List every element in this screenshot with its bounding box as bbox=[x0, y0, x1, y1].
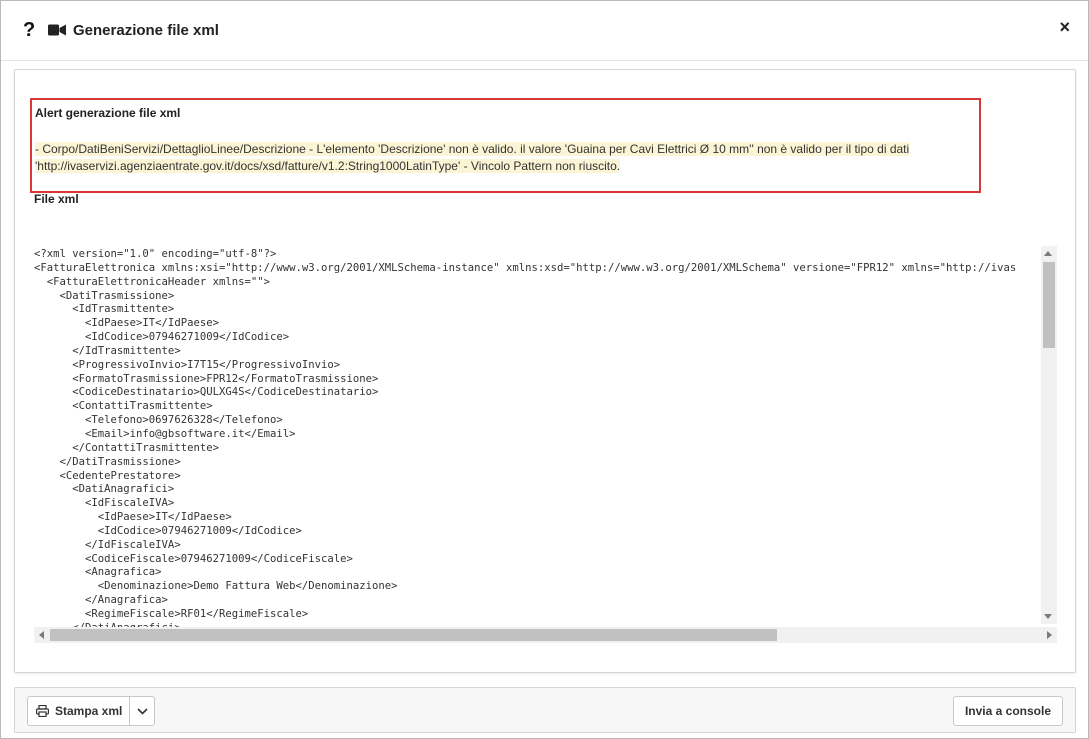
xml-code-line: <CedentePrestatore> bbox=[34, 469, 181, 482]
print-options-dropdown[interactable] bbox=[129, 696, 155, 726]
xml-code: <?xml version="1.0" encoding="utf-8"?> <F… bbox=[34, 248, 1057, 628]
xml-code-viewer[interactable]: <?xml version="1.0" encoding="utf-8"?> <F… bbox=[34, 248, 1057, 628]
xml-code-line: <FatturaElettronica xmlns:xsi="http://ww… bbox=[34, 261, 1017, 274]
xml-code-line: <Email>info@gbsoftware.it</Email> bbox=[34, 427, 296, 440]
xml-code-line: <RegimeFiscale>RF01</RegimeFiscale> bbox=[34, 607, 309, 620]
scroll-down-icon[interactable] bbox=[1044, 614, 1052, 619]
xml-code-line: <IdCodice>07946271009</IdCodice> bbox=[34, 331, 290, 344]
scroll-up-icon[interactable] bbox=[1044, 251, 1052, 256]
xml-code-line: <?xml version="1.0" encoding="utf-8"?> bbox=[34, 248, 277, 260]
printer-icon bbox=[36, 705, 49, 717]
alert-box: Alert generazione file xml - Corpo/DatiB… bbox=[30, 98, 981, 193]
vertical-scroll-thumb[interactable] bbox=[1043, 262, 1055, 348]
send-to-console-button[interactable]: Invia a console bbox=[953, 696, 1063, 726]
dialog-header: ? Generazione file xml × bbox=[1, 1, 1088, 61]
xml-code-line: <ContattiTrasmittente> bbox=[34, 400, 213, 413]
xml-code-line: <Telefono>0697626328</Telefono> bbox=[34, 414, 283, 427]
file-xml-label: File xml bbox=[34, 192, 79, 206]
xml-generation-dialog: ? Generazione file xml × Alert generazio… bbox=[0, 0, 1089, 739]
xml-code-line: <IdPaese>IT</IdPaese> bbox=[34, 511, 232, 524]
alert-message: - Corpo/DatiBeniServizi/DettaglioLinee/D… bbox=[35, 141, 965, 175]
xml-code-line: </ContattiTrasmittente> bbox=[34, 441, 219, 454]
print-xml-button[interactable]: Stampa xml bbox=[27, 696, 130, 726]
horizontal-scrollbar[interactable] bbox=[34, 627, 1057, 643]
alert-message-line1: - Corpo/DatiBeniServizi/DettaglioLinee/D… bbox=[35, 142, 910, 156]
dialog-footer: Stampa xml Invia a console bbox=[14, 687, 1076, 733]
dialog-title: Generazione file xml bbox=[73, 22, 219, 39]
vertical-scrollbar[interactable] bbox=[1041, 246, 1057, 624]
scroll-left-icon[interactable] bbox=[39, 631, 44, 639]
question-mark-icon[interactable]: ? bbox=[23, 19, 35, 41]
alert-title: Alert generazione file xml bbox=[35, 106, 181, 120]
xml-code-line: <Anagrafica> bbox=[34, 566, 162, 579]
xml-code-line: <DatiAnagrafici> bbox=[34, 483, 175, 496]
video-camera-icon bbox=[48, 24, 66, 36]
xml-code-line: <Denominazione>Demo Fattura Web</Denomin… bbox=[34, 580, 398, 593]
xml-code-line: <ProgressivoInvio>I7T15</ProgressivoInvi… bbox=[34, 358, 341, 371]
close-icon[interactable]: × bbox=[1059, 16, 1070, 38]
xml-code-line: <CodiceFiscale>07946271009</CodiceFiscal… bbox=[34, 552, 353, 565]
chevron-down-icon bbox=[136, 707, 148, 715]
xml-code-line: </IdFiscaleIVA> bbox=[34, 538, 181, 551]
xml-code-line: <IdCodice>07946271009</IdCodice> bbox=[34, 524, 302, 537]
xml-code-line: <IdPaese>IT</IdPaese> bbox=[34, 317, 219, 330]
scroll-right-icon[interactable] bbox=[1047, 631, 1052, 639]
xml-code-line: <IdFiscaleIVA> bbox=[34, 497, 175, 510]
xml-code-line: <CodiceDestinatario>QULXG4S</CodiceDesti… bbox=[34, 386, 379, 399]
xml-code-line: </Anagrafica> bbox=[34, 594, 168, 607]
xml-code-line: </IdTrasmittente> bbox=[34, 344, 181, 357]
xml-code-line: <FormatoTrasmissione>FPR12</FormatoTrasm… bbox=[34, 372, 379, 385]
horizontal-scroll-thumb[interactable] bbox=[50, 629, 777, 641]
content-panel: Alert generazione file xml - Corpo/DatiB… bbox=[14, 69, 1076, 673]
send-to-console-label: Invia a console bbox=[964, 704, 1052, 718]
xml-code-line: <FatturaElettronicaHeader xmlns=""> bbox=[34, 275, 270, 288]
xml-code-line: <IdTrasmittente> bbox=[34, 303, 175, 316]
print-xml-label: Stampa xml bbox=[55, 704, 123, 718]
alert-message-line2: 'http://ivaservizi.agenziaentrate.gov.it… bbox=[35, 159, 621, 173]
xml-code-line: </DatiTrasmissione> bbox=[34, 455, 181, 468]
xml-code-line: <DatiTrasmissione> bbox=[34, 289, 175, 302]
